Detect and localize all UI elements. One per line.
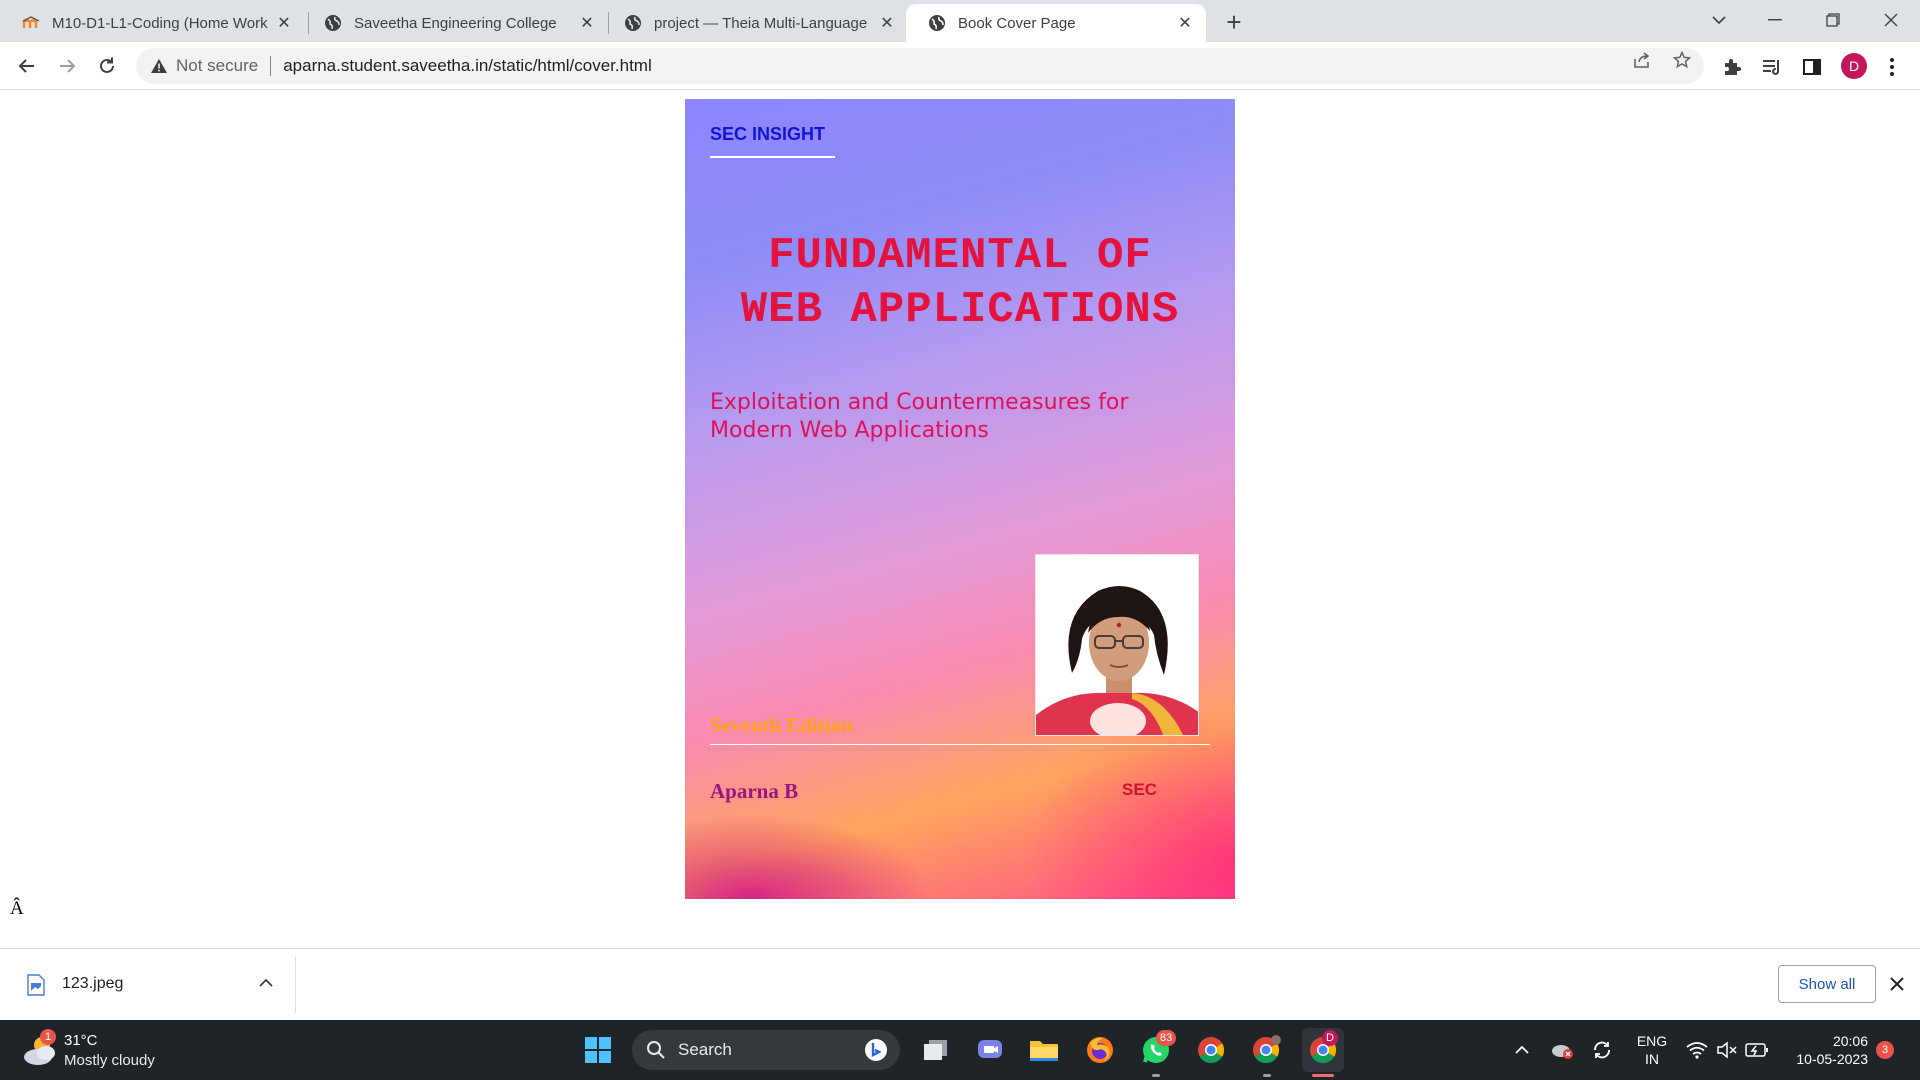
windows-taskbar: 1 31°C Mostly cloudy Search 83 D ENG IN … <box>0 1020 1920 1080</box>
cover-publisher: SEC <box>1122 780 1157 799</box>
clock-date: 10-05-2023 <box>1796 1051 1868 1067</box>
globe-icon <box>324 14 342 32</box>
onedrive-error-icon[interactable] <box>1550 1038 1574 1062</box>
bookmark-star-icon[interactable] <box>1673 51 1691 69</box>
more-menu-icon[interactable] <box>1881 56 1903 78</box>
teams-chat-icon[interactable] <box>972 1032 1008 1068</box>
url-text[interactable]: aparna.student.saveetha.in/static/html/c… <box>283 56 652 76</box>
bing-icon <box>865 1039 887 1061</box>
notification-count-badge[interactable]: 3 <box>1876 1041 1894 1059</box>
file-explorer-icon[interactable] <box>1026 1032 1062 1068</box>
reload-icon[interactable] <box>91 50 123 82</box>
tab-book-cover-page[interactable]: Book Cover Page ✕ <box>906 4 1206 42</box>
show-hidden-icons-chevron-icon[interactable] <box>1510 1038 1534 1062</box>
tab-close-icon[interactable]: ✕ <box>275 14 293 32</box>
weather-description[interactable]: Mostly cloudy <box>64 1052 155 1069</box>
side-panel-icon[interactable] <box>1801 56 1823 78</box>
restore-icon[interactable] <box>1810 0 1856 40</box>
language-region: IN <box>1645 1051 1659 1067</box>
cover-title: FUNDAMENTAL OF WEB APPLICATIONS <box>685 229 1235 337</box>
cover-divider <box>710 744 1210 745</box>
tab-strip: M10-D1-L1-Coding (Home Work ✕ Saveetha E… <box>0 0 1920 42</box>
firefox-icon[interactable] <box>1082 1032 1118 1068</box>
weather-badge: 1 <box>40 1029 56 1045</box>
forward-arrow-icon[interactable] <box>51 50 83 82</box>
cover-title-line-2: WEB APPLICATIONS <box>740 285 1180 335</box>
tab-close-icon[interactable]: ✕ <box>878 14 896 32</box>
moodle-favicon-icon <box>22 14 40 32</box>
battery-charging-icon[interactable] <box>1745 1038 1769 1062</box>
book-cover: SEC INSIGHT FUNDAMENTAL OF WEB APPLICATI… <box>685 99 1235 899</box>
cover-title-line-1: FUNDAMENTAL OF <box>768 231 1152 281</box>
tab-theia-project[interactable]: project — Theia Multi-Language ✕ <box>602 4 908 42</box>
tab-close-icon[interactable]: ✕ <box>578 14 596 32</box>
media-queue-icon[interactable] <box>1761 56 1783 78</box>
browser-toolbar: Not secure aparna.student.saveetha.in/st… <box>0 42 1920 90</box>
sync-icon[interactable] <box>1590 1038 1614 1062</box>
window-close-icon[interactable] <box>1868 0 1914 40</box>
close-shelf-icon[interactable] <box>1886 973 1908 995</box>
download-file-name[interactable]: 123.jpeg <box>62 975 123 993</box>
search-icon <box>647 1041 665 1059</box>
cover-brand: SEC INSIGHT <box>710 124 826 144</box>
active-indicator <box>1312 1074 1334 1077</box>
tab-moodle-coding[interactable]: M10-D1-L1-Coding (Home Work ✕ <box>0 4 305 42</box>
tab-title: Saveetha Engineering College <box>354 14 557 32</box>
search-label: Search <box>678 1040 732 1059</box>
wifi-icon[interactable] <box>1685 1038 1709 1062</box>
input-language[interactable]: ENG IN <box>1636 1032 1668 1068</box>
minimize-icon[interactable] <box>1752 0 1798 40</box>
download-divider <box>295 957 296 1013</box>
task-view-icon[interactable] <box>918 1032 954 1068</box>
cover-author: Aparna B <box>710 779 799 803</box>
warning-triangle-icon[interactable] <box>150 57 168 75</box>
page-viewport: SEC INSIGHT FUNDAMENTAL OF WEB APPLICATI… <box>0 90 1920 948</box>
system-clock[interactable]: 20:06 10-05-2023 <box>1786 1032 1868 1068</box>
cover-edition: Seventh Edition <box>710 713 853 737</box>
image-file-icon[interactable] <box>27 974 45 996</box>
tab-search-chevron-icon[interactable] <box>1696 0 1742 40</box>
back-arrow-icon[interactable] <box>11 50 43 82</box>
brand-underline <box>710 156 835 158</box>
chrome-profile-icon[interactable] <box>1248 1032 1284 1068</box>
show-all-button[interactable]: Show all <box>1778 965 1876 1003</box>
chevron-up-icon[interactable] <box>256 973 276 993</box>
download-shelf: 123.jpeg Show all <box>0 948 1920 1020</box>
address-bar[interactable]: Not secure aparna.student.saveetha.in/st… <box>136 48 1704 84</box>
new-tab-button[interactable]: + <box>1218 6 1250 38</box>
globe-icon <box>624 14 642 32</box>
language-code: ENG <box>1636 1033 1668 1049</box>
share-icon[interactable] <box>1633 51 1651 69</box>
speaker-muted-icon[interactable] <box>1715 1038 1739 1062</box>
clock-time: 20:06 <box>1832 1033 1868 1049</box>
whatsapp-badge: 83 <box>1156 1030 1176 1046</box>
tab-title: M10-D1-L1-Coding (Home Work <box>52 14 268 32</box>
globe-icon <box>928 14 946 32</box>
chrome-profile-badge: D <box>1322 1030 1338 1046</box>
author-photo <box>1035 554 1199 736</box>
cover-subtitle: Exploitation and Countermeasures for Mod… <box>710 390 1129 443</box>
taskbar-search[interactable]: Search <box>632 1030 900 1070</box>
extensions-puzzle-icon[interactable] <box>1721 56 1743 78</box>
tab-saveetha[interactable]: Saveetha Engineering College ✕ <box>302 4 608 42</box>
not-secure-label[interactable]: Not secure <box>176 56 258 76</box>
omnibox-divider <box>270 56 272 76</box>
windows-start-icon[interactable] <box>580 1032 616 1068</box>
weather-temperature[interactable]: 31°C <box>64 1032 98 1049</box>
running-indicator <box>1263 1074 1271 1077</box>
stray-character: Â <box>10 898 24 919</box>
tab-title: project — Theia Multi-Language <box>654 14 868 32</box>
profile-avatar[interactable]: D <box>1841 53 1867 79</box>
tab-close-icon[interactable]: ✕ <box>1176 14 1194 32</box>
chrome-icon[interactable] <box>1193 1032 1229 1068</box>
tab-title: Book Cover Page <box>958 14 1076 32</box>
running-indicator <box>1152 1074 1160 1077</box>
